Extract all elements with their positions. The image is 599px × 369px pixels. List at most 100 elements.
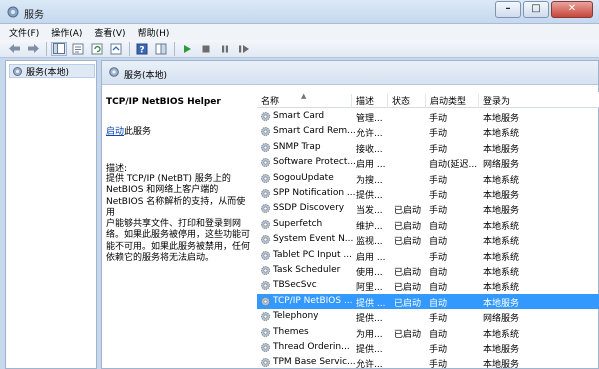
table-row[interactable]: System Event N... 监视... 已启动 自动 本地系统 <box>257 232 599 247</box>
cell-status: 已启动 <box>394 268 422 278</box>
menu-view[interactable]: 查看(V) <box>88 24 131 40</box>
cell-log-on-as: 本地服务 <box>483 298 520 309</box>
toolbar-separator <box>174 41 175 56</box>
table-row[interactable]: Thread Orderin... 提供... 手动 本地服务 <box>257 340 599 355</box>
menu-help[interactable]: 帮助(H) <box>132 24 176 40</box>
table-row[interactable]: SNMP Trap 接收... 手动 本地服务 <box>257 140 599 155</box>
column-header-status[interactable]: 状态 <box>388 94 426 108</box>
column-header-log-on-as[interactable]: 登录为 <box>479 94 599 108</box>
cell-description: 为搜... <box>356 175 383 186</box>
table-row[interactable]: TCP/IP NetBIOS ... 提供 ... 已启动 自动 本地服务 <box>257 293 599 309</box>
pause-service-icon <box>222 45 228 52</box>
start-service-link[interactable]: 启动 <box>106 127 124 137</box>
table-row[interactable]: Telephony 提供... 手动 网络服务 <box>257 309 599 324</box>
services-list[interactable]: 名称 ▲ 描述 状态 启动类型 登录为 Smart Card 管理... 手动 本地服… <box>257 92 599 369</box>
close-button[interactable]: ✕ <box>551 1 593 18</box>
stop-service-button[interactable] <box>198 42 214 56</box>
window-controls: – □ ✕ <box>493 1 593 19</box>
cell-name: SNMP Trap <box>273 141 321 152</box>
cell-name: TCP/IP NetBIOS ... <box>273 295 353 306</box>
cell-description: 当发... <box>356 206 383 217</box>
table-row[interactable]: Smart Card Rem... 允许... 手动 本地系统 <box>257 124 599 139</box>
cell-description: 管理... <box>356 114 383 124</box>
cell-name: Telephony <box>273 311 319 322</box>
column-start-label: 启动类型 <box>430 97 467 107</box>
gear-icon <box>261 296 270 306</box>
gear-icon <box>261 204 270 214</box>
menu-action[interactable]: 操作(A) <box>45 24 88 40</box>
services-app-icon <box>7 6 19 18</box>
cell-description: 允许... <box>356 129 383 140</box>
show-hide-button[interactable] <box>153 42 169 56</box>
start-link-suffix: 此服务 <box>124 127 152 137</box>
cell-log-on-as: 网络服务 <box>483 314 520 325</box>
service-detail-panel: TCP/IP NetBIOS Helper 启动此服务 描述: 提供 TCP/I… <box>102 86 254 369</box>
restart-service-button[interactable] <box>236 42 252 56</box>
show-console-tree-button[interactable] <box>51 41 67 56</box>
gear-icon <box>261 219 270 229</box>
column-header-description[interactable]: 描述 <box>352 94 388 108</box>
console-tree-icon <box>53 43 65 54</box>
cell-name: Smart Card <box>273 111 325 121</box>
tree-item-services-local[interactable]: 服务(本地) <box>9 64 95 78</box>
gear-icon <box>261 343 270 352</box>
start-link-line: 启动此服务 <box>106 124 151 137</box>
cell-name: Thread Orderin... <box>273 342 350 352</box>
table-row[interactable]: SogouUpdate 为搜... 手动 本地系统 <box>257 171 599 186</box>
cell-description: 允许... <box>356 360 383 369</box>
table-row[interactable]: SSDP Discovery 当发... 已启动 手动 本地服务 <box>257 201 599 216</box>
table-row[interactable]: Superfetch 维护... 已启动 自动 本地系统 <box>257 217 599 232</box>
service-title: TCP/IP NetBIOS Helper <box>106 97 221 107</box>
minimize-icon: – <box>505 3 511 14</box>
table-row[interactable]: TPM Base Servic... 允许... 手动 本地服务 <box>257 355 599 369</box>
cell-log-on-as: 本地系统 <box>483 221 520 232</box>
properties-icon <box>72 43 84 54</box>
gear-icon <box>261 173 270 183</box>
refresh-button[interactable] <box>89 42 105 56</box>
description-label: 描述: <box>106 164 128 174</box>
gear-icon <box>261 127 270 137</box>
cell-log-on-as: 本地系统 <box>483 329 520 340</box>
start-service-icon <box>184 44 191 53</box>
cell-status: 已启动 <box>394 298 422 309</box>
minimize-button[interactable]: – <box>495 1 521 18</box>
table-row[interactable]: Tablet PC Input ... 启用 ... 手动 本地系统 <box>257 248 599 263</box>
cell-startup-type: 自动 <box>429 283 448 294</box>
gear-icon <box>261 312 270 322</box>
title-bar: 服务 – □ ✕ <box>0 0 599 24</box>
services-icon <box>109 67 119 77</box>
maximize-button[interactable]: □ <box>523 1 549 18</box>
cell-startup-type: 自动(延迟... <box>429 160 478 171</box>
pane-header-title: 服务(本地) <box>124 71 168 81</box>
tree-item-label: 服务(本地) <box>26 67 70 78</box>
table-row[interactable]: Task Scheduler 使用... 已启动 自动 本地系统 <box>257 263 599 278</box>
table-row[interactable]: Software Protect... 启用 ... 自动(延迟... 网络服务 <box>257 155 599 170</box>
forward-button[interactable] <box>25 42 41 56</box>
cell-name: SSDP Discovery <box>273 203 345 214</box>
cell-log-on-as: 本地服务 <box>483 206 520 217</box>
cell-startup-type: 手动 <box>429 114 448 124</box>
pause-service-button[interactable] <box>217 42 233 56</box>
help-button[interactable]: ? <box>134 42 150 56</box>
table-row[interactable]: Smart Card 管理... 手动 本地服务 <box>257 109 599 124</box>
table-row[interactable]: Themes 为用... 已启动 自动 本地系统 <box>257 325 599 340</box>
cell-startup-type: 手动 <box>429 206 448 217</box>
pane-header: 服务(本地) <box>102 61 598 85</box>
gear-icon <box>261 112 270 121</box>
gear-icon <box>261 327 270 337</box>
cell-log-on-as: 本地系统 <box>483 129 520 140</box>
cell-description: 阿里... <box>356 283 383 294</box>
table-row[interactable]: SPP Notification ... 提供... 手动 本地服务 <box>257 186 599 201</box>
column-header-startup-type[interactable]: 启动类型 <box>426 94 479 108</box>
cell-name: SogouUpdate <box>273 172 334 183</box>
menu-file[interactable]: 文件(F) <box>3 24 45 40</box>
help-icon: ? <box>136 43 148 55</box>
table-row[interactable]: TBSecSvc 阿里... 已启动 自动 本地系统 <box>257 278 599 293</box>
start-service-button[interactable] <box>179 42 195 56</box>
back-button[interactable] <box>6 42 22 56</box>
cell-status: 已启动 <box>394 283 422 294</box>
properties-button[interactable] <box>70 42 86 56</box>
cell-name: Task Scheduler <box>273 265 341 275</box>
export-list-button[interactable] <box>108 42 124 56</box>
column-header-name[interactable]: 名称 ▲ <box>257 92 352 108</box>
